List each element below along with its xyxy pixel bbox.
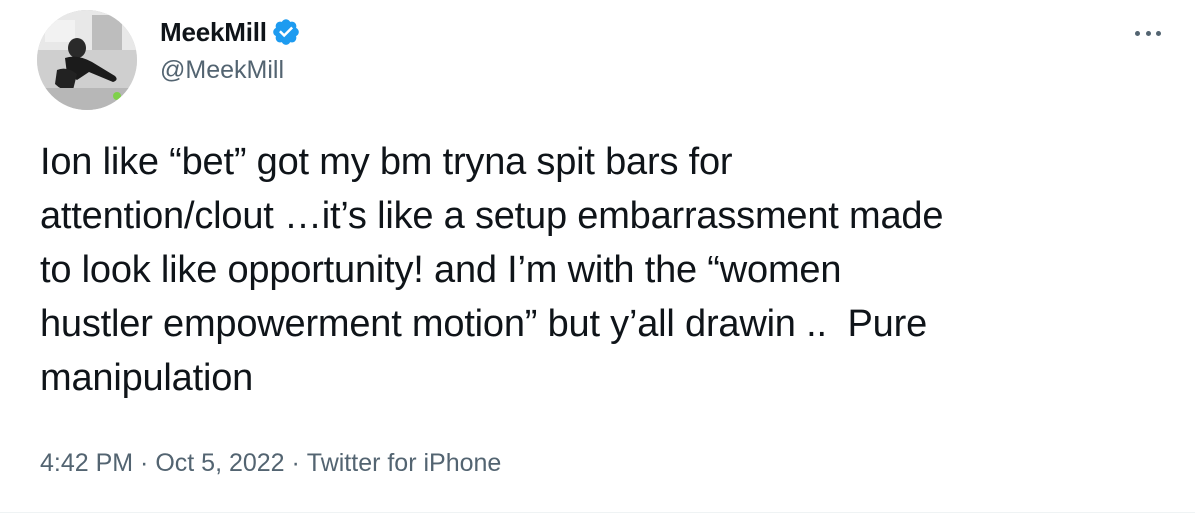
tweet-source[interactable]: Twitter for iPhone (307, 449, 502, 478)
meta-separator: · (284, 449, 307, 477)
tweet-time[interactable]: 4:42 PM (40, 449, 133, 478)
verified-badge-icon (272, 19, 299, 45)
display-name[interactable]: MeekMill (160, 17, 267, 48)
more-options-icon[interactable] (1135, 28, 1161, 38)
tweet-header: MeekMill @MeekMill (160, 14, 301, 85)
tweet-text: Ion like “bet” got my bm tryna spit bars… (40, 141, 944, 399)
name-row: MeekMill (160, 14, 301, 50)
tweet-metadata: 4:42 PM · Oct 5, 2022 · Twitter for iPho… (40, 449, 501, 478)
handle[interactable]: @MeekMill (160, 56, 301, 85)
tweet-date[interactable]: Oct 5, 2022 (155, 449, 284, 478)
more-dot (1156, 30, 1161, 36)
avatar-image (37, 10, 137, 110)
meta-separator: · (133, 449, 156, 477)
avatar[interactable] (37, 10, 137, 110)
more-dot (1135, 30, 1140, 36)
tweet-card: MeekMill @MeekMill Ion like “bet” got my… (0, 0, 1195, 516)
more-dot (1145, 30, 1151, 36)
divider (0, 512, 1195, 513)
